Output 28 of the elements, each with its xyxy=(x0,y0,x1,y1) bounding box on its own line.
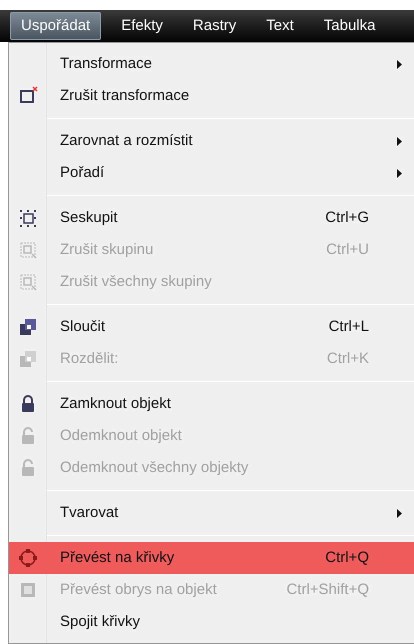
group-icon xyxy=(18,208,38,228)
shortcut-text: Ctrl+K xyxy=(326,348,369,369)
menu-bar-item[interactable]: Text xyxy=(256,12,304,40)
menu-item[interactable]: Sloučit Ctrl+L xyxy=(9,311,414,343)
shortcut-text: Ctrl+G xyxy=(325,208,369,228)
menu-item[interactable]: Tvarovat xyxy=(9,497,414,529)
menu-item[interactable]: Zarovnat a rozmístit xyxy=(9,125,414,157)
menu-item[interactable]: Transformace xyxy=(9,48,414,80)
menu-item[interactable]: Pořadí xyxy=(9,157,414,189)
ungroup-icon xyxy=(18,272,38,292)
circle-nodes-icon xyxy=(18,548,38,568)
menu-bar-item[interactable]: Tabulka xyxy=(314,12,386,40)
menu-item[interactable]: Převést na křivky Ctrl+Q xyxy=(9,542,414,574)
menu-bar-item[interactable]: Rastry xyxy=(182,12,246,40)
ungroup-icon xyxy=(18,240,38,260)
menu-item[interactable]: Spojit křivky xyxy=(9,606,414,638)
menu-item[interactable]: Zamknout objekt xyxy=(9,388,414,420)
stacked-squares-icon xyxy=(18,317,38,337)
shortcut-text: Ctrl+Q xyxy=(325,548,369,568)
shortcut-text: Ctrl+L xyxy=(328,316,369,337)
menu-item[interactable]: Zrušit transformace xyxy=(9,80,414,112)
shortcut-text: Ctrl+U xyxy=(326,240,369,260)
stacked-squares-icon xyxy=(18,349,38,369)
square-with-x-icon xyxy=(18,86,38,106)
menu-bar-item[interactable]: Uspořádat xyxy=(10,12,102,40)
menu-item[interactable]: Seskupit Ctrl+G xyxy=(9,202,414,234)
menu-bar-item[interactable]: Efekty xyxy=(111,12,173,40)
shortcut-text: Ctrl+Shift+Q xyxy=(286,580,369,600)
